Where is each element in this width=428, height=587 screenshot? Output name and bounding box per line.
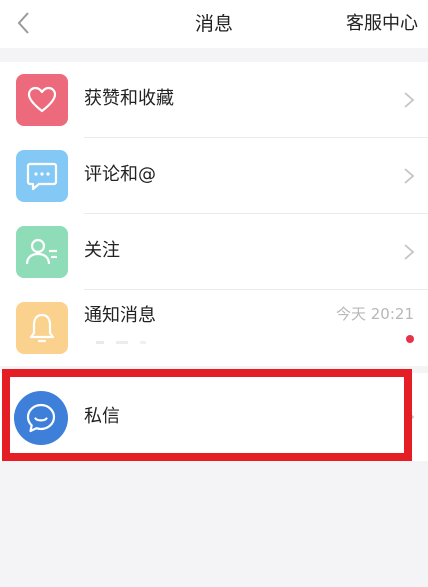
heart-icon (27, 86, 57, 113)
section-gap (0, 48, 428, 62)
likes-icon-tile (16, 74, 68, 126)
notifications-label: 通知消息 (84, 305, 156, 326)
direct-messages-icon-tile (14, 391, 68, 445)
message-category-list: 获赞和收藏 评论和@ 关注 通知消息 今天 20:21 (0, 62, 428, 366)
notification-preview (96, 341, 146, 344)
chevron-right-icon (404, 92, 415, 108)
chat-bubble-icon (26, 162, 58, 191)
notifications-item[interactable]: 通知消息 今天 20:21 (0, 290, 428, 366)
chevron-right-icon (404, 168, 415, 184)
follows-item[interactable]: 关注 (0, 214, 428, 290)
unread-dot (406, 335, 414, 343)
direct-messages-item[interactable]: 私信 (0, 373, 428, 461)
notifications-icon-tile (16, 302, 68, 354)
chevron-right-icon (404, 409, 415, 425)
comments-icon-tile (16, 150, 68, 202)
comments-and-mentions-item[interactable]: 评论和@ (0, 138, 428, 214)
users-icon (25, 238, 57, 265)
likes-and-favorites-label: 获赞和收藏 (84, 88, 174, 109)
customer-service-button[interactable]: 客服中心 (346, 12, 418, 36)
chevron-right-icon (404, 244, 415, 260)
likes-and-favorites-item[interactable]: 获赞和收藏 (0, 62, 428, 138)
follows-icon-tile (16, 226, 68, 278)
message-circle-icon (26, 403, 56, 433)
notification-timestamp: 今天 20:21 (336, 305, 414, 323)
direct-messages-label: 私信 (84, 406, 120, 427)
comments-and-mentions-label: 评论和@ (84, 164, 156, 185)
bell-icon (29, 313, 55, 343)
top-nav-bar: 消息 客服中心 (0, 0, 428, 48)
follows-label: 关注 (84, 240, 120, 261)
